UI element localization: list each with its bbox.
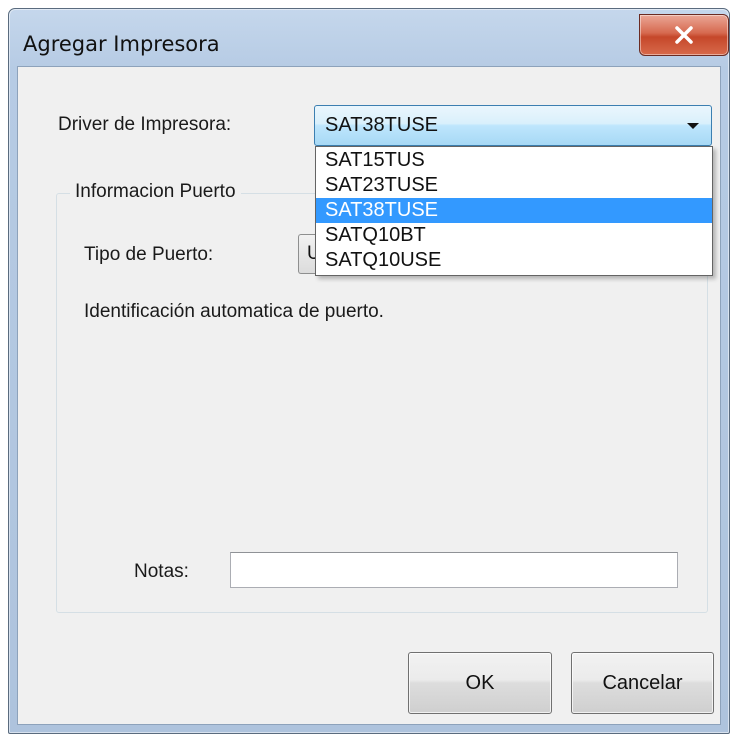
dropdown-option[interactable]: SATQ10USE bbox=[316, 248, 712, 273]
auto-port-text: Identificación automatica de puerto. bbox=[84, 301, 384, 322]
driver-select[interactable]: SAT38TUSE bbox=[314, 105, 712, 146]
driver-dropdown-list: SAT15TUS SAT23TUSE SAT38TUSE SATQ10BT SA… bbox=[315, 146, 713, 276]
dropdown-option[interactable]: SATQ10BT bbox=[316, 223, 712, 248]
driver-label: Driver de Impresora: bbox=[58, 114, 232, 135]
port-type-label: Tipo de Puerto: bbox=[84, 244, 214, 265]
close-button[interactable] bbox=[639, 14, 729, 56]
close-icon bbox=[675, 26, 693, 44]
dropdown-option[interactable]: SAT15TUS bbox=[316, 148, 712, 173]
window-title: Agregar Impresora bbox=[23, 32, 220, 56]
port-group-caption: Informacion Puerto bbox=[70, 181, 241, 203]
add-printer-dialog: Agregar Impresora Driver de Impresora: S… bbox=[8, 8, 730, 734]
chevron-down-icon bbox=[687, 123, 699, 129]
driver-select-value: SAT38TUSE bbox=[325, 114, 438, 136]
ok-button[interactable]: OK bbox=[408, 652, 552, 714]
dropdown-option-selected[interactable]: SAT38TUSE bbox=[316, 198, 712, 223]
dropdown-option[interactable]: SAT23TUSE bbox=[316, 173, 712, 198]
cancel-button[interactable]: Cancelar bbox=[571, 652, 714, 714]
notes-label: Notas: bbox=[134, 561, 189, 582]
dialog-body: Driver de Impresora: SAT38TUSE Informaci… bbox=[17, 66, 721, 725]
notes-field[interactable] bbox=[230, 552, 678, 588]
